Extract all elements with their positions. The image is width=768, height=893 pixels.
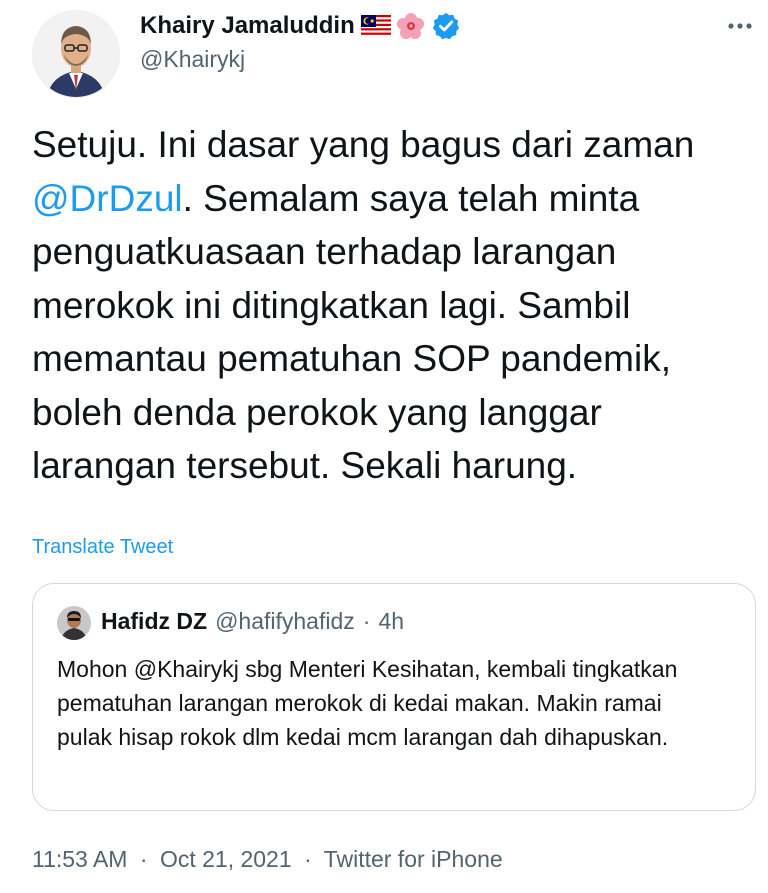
tweet-text-part-1: Setuju. Ini dasar yang bagus dari zaman — [32, 124, 695, 165]
translate-tweet-link[interactable]: Translate Tweet — [32, 536, 173, 559]
tweet-date[interactable]: Oct 21, 2021 — [160, 846, 292, 872]
tweet-source-link[interactable]: Twitter for iPhone — [324, 846, 503, 872]
tweet-text-part-2: . Semalam saya telah minta penguatkuasaa… — [32, 177, 671, 487]
footer-separator: · — [139, 846, 148, 872]
tweet-time[interactable]: 11:53 AM — [32, 846, 127, 872]
quoted-author-avatar[interactable] — [57, 606, 91, 640]
quoted-separator: · — [362, 608, 371, 634]
quoted-author-name[interactable]: Hafidz DZ — [101, 608, 207, 635]
author-name-row: Khairy Jamaluddin — [140, 10, 461, 42]
author-handle[interactable]: @Khairykj — [140, 46, 245, 73]
quoted-author-handle[interactable]: @hafifyhafidz — [215, 608, 355, 635]
quoted-tweet-header: Hafidz DZ @hafifyhafidz · 4h — [101, 608, 404, 635]
hibiscus-icon — [396, 12, 425, 40]
author-avatar[interactable] — [32, 10, 120, 98]
quoted-tweet-card[interactable]: Hafidz DZ @hafifyhafidz · 4h Mohon @Khai… — [32, 583, 756, 811]
quoted-tweet-text: Mohon @Khairykj sbg Menteri Kesihatan, k… — [57, 656, 678, 750]
footer-separator: · — [304, 846, 312, 872]
mention-link[interactable]: @DrDzul — [32, 178, 183, 219]
more-options-icon[interactable] — [722, 14, 758, 38]
tweet-detail: Khairy Jamaluddin @Khairykj Setuju. Ini … — [0, 0, 768, 893]
tweet-footer: 11:53 AM · Oct 21, 2021 · Twitter for iP… — [32, 846, 503, 873]
author-name[interactable]: Khairy Jamaluddin — [140, 12, 355, 40]
tweet-text: Setuju. Ini dasar yang bagus dari zaman … — [32, 118, 752, 493]
verified-badge-icon — [431, 11, 461, 41]
quoted-time[interactable]: 4h — [378, 608, 404, 635]
malaysia-flag-icon — [360, 15, 391, 37]
